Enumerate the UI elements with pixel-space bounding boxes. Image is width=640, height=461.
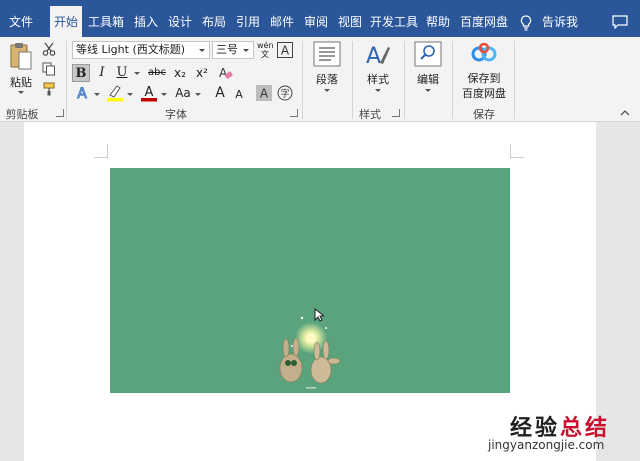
character-border-icon[interactable]: A bbox=[277, 42, 293, 58]
paragraph-dropdown-icon[interactable] bbox=[324, 89, 330, 92]
superscript-button[interactable]: x² bbox=[192, 64, 212, 82]
paste-icon[interactable] bbox=[9, 42, 33, 72]
svg-text:A: A bbox=[77, 86, 87, 101]
save-to-label-line2[interactable]: 百度网盘 bbox=[458, 85, 510, 101]
text-effects-dropdown-icon[interactable] bbox=[94, 93, 100, 96]
tell-me-search[interactable]: 告诉我 bbox=[538, 0, 582, 37]
underline-dropdown-icon[interactable] bbox=[134, 72, 140, 75]
change-case-dropdown-icon[interactable] bbox=[195, 93, 201, 96]
save-group-label: 保存 bbox=[473, 108, 495, 121]
font-color-swatch bbox=[141, 98, 157, 102]
format-painter-icon[interactable] bbox=[42, 82, 56, 96]
tab-baidu-netdisk[interactable]: 百度网盘 bbox=[456, 0, 512, 37]
grow-font-button[interactable]: A bbox=[212, 84, 228, 102]
baidu-netdisk-icon[interactable] bbox=[470, 42, 498, 64]
lightbulb-icon[interactable] bbox=[520, 15, 532, 31]
shrink-font-button[interactable]: A bbox=[232, 86, 246, 104]
character-shading-icon[interactable]: A bbox=[256, 85, 272, 101]
svg-text:A: A bbox=[145, 85, 154, 100]
font-group-label: 字体 bbox=[165, 108, 187, 121]
tab-toolbox[interactable]: 工具箱 bbox=[86, 0, 126, 37]
styles-group-label: 样式 bbox=[359, 108, 381, 121]
clipboard-launcher-icon[interactable] bbox=[56, 109, 64, 117]
enclose-characters-icon[interactable]: 字 bbox=[277, 85, 293, 101]
chevron-down-icon[interactable] bbox=[199, 49, 205, 52]
font-size-value: 三号 bbox=[216, 43, 238, 56]
crop-mark bbox=[510, 144, 524, 158]
copy-icon[interactable] bbox=[42, 62, 56, 76]
tab-file[interactable]: 文件 bbox=[0, 0, 42, 37]
bunny-illustration bbox=[279, 316, 341, 389]
styles-label[interactable]: 样式 bbox=[362, 71, 394, 87]
strikethrough-button[interactable]: abc bbox=[146, 64, 168, 82]
site-watermark: 经验总结 jingyanzongjie.com bbox=[482, 410, 637, 458]
svg-text:字: 字 bbox=[280, 88, 289, 100]
text-effects-icon[interactable]: A bbox=[74, 85, 90, 102]
font-size-combo[interactable]: 三号 bbox=[212, 41, 254, 59]
underline-button[interactable]: U bbox=[114, 64, 130, 82]
inserted-picture[interactable] bbox=[110, 168, 510, 393]
font-launcher-icon[interactable] bbox=[290, 109, 298, 117]
tab-view[interactable]: 视图 bbox=[334, 0, 366, 37]
tab-developer[interactable]: 开发工具 bbox=[368, 0, 420, 37]
clipboard-group-label: 剪贴板 bbox=[5, 108, 39, 121]
ribbon: 粘贴 剪贴板 等线 Light (西文标题) 三号 wén 文 A B I U … bbox=[0, 37, 640, 122]
editing-search-icon[interactable] bbox=[414, 41, 442, 67]
collapse-ribbon-icon[interactable] bbox=[620, 109, 630, 117]
group-separator bbox=[66, 41, 67, 119]
styles-launcher-icon[interactable] bbox=[392, 109, 400, 117]
crop-mark bbox=[94, 144, 108, 158]
font-name-value: 等线 Light (西文标题) bbox=[76, 43, 186, 56]
paragraph-icon[interactable] bbox=[313, 41, 341, 67]
cut-icon[interactable] bbox=[42, 42, 56, 56]
styles-dropdown-icon[interactable] bbox=[375, 89, 381, 92]
change-case-button[interactable]: Aa bbox=[172, 84, 194, 102]
tab-layout[interactable]: 布局 bbox=[198, 0, 230, 37]
group-separator bbox=[302, 41, 303, 119]
paragraph-label[interactable]: 段落 bbox=[310, 71, 344, 87]
phonetic-guide-button[interactable]: wén 文 bbox=[257, 41, 274, 59]
svg-text:A: A bbox=[260, 87, 269, 101]
tab-home[interactable]: 开始 bbox=[50, 0, 82, 37]
editing-dropdown-icon[interactable] bbox=[425, 89, 431, 92]
subscript-button[interactable]: x₂ bbox=[170, 64, 190, 82]
paste-label[interactable]: 粘贴 bbox=[6, 74, 36, 90]
styles-icon[interactable]: A bbox=[364, 41, 392, 69]
group-separator bbox=[404, 41, 405, 119]
paste-dropdown-icon[interactable] bbox=[18, 91, 24, 94]
tab-help[interactable]: 帮助 bbox=[422, 0, 454, 37]
tab-design[interactable]: 设计 bbox=[164, 0, 196, 37]
font-color-icon[interactable]: A bbox=[140, 84, 158, 102]
font-name-combo[interactable]: 等线 Light (西文标题) bbox=[72, 41, 210, 59]
highlight-icon[interactable] bbox=[106, 84, 124, 102]
chevron-down-icon[interactable] bbox=[243, 49, 249, 52]
italic-button[interactable]: I bbox=[94, 64, 110, 82]
bunny-left bbox=[279, 337, 303, 383]
save-to-label-line1[interactable]: 保存到 bbox=[458, 70, 510, 86]
watermark-url: jingyanzongjie.com bbox=[488, 438, 605, 452]
group-separator bbox=[452, 41, 453, 119]
bold-button[interactable]: B bbox=[72, 64, 90, 82]
group-separator bbox=[514, 41, 515, 119]
bunny-right bbox=[310, 340, 341, 384]
svg-text:A: A bbox=[281, 44, 290, 58]
tab-references[interactable]: 引用 bbox=[232, 0, 264, 37]
mouse-cursor-icon bbox=[314, 308, 324, 322]
tab-review[interactable]: 审阅 bbox=[300, 0, 332, 37]
font-color-dropdown-icon[interactable] bbox=[161, 93, 167, 96]
clear-formatting-icon[interactable]: A bbox=[218, 65, 234, 81]
group-separator bbox=[352, 41, 353, 119]
tab-mailings[interactable]: 邮件 bbox=[266, 0, 298, 37]
tab-insert[interactable]: 插入 bbox=[130, 0, 162, 37]
comments-icon[interactable] bbox=[612, 15, 628, 29]
svg-text:A: A bbox=[366, 44, 381, 69]
highlight-color-swatch bbox=[107, 98, 123, 102]
editing-label[interactable]: 编辑 bbox=[412, 71, 444, 87]
highlight-dropdown-icon[interactable] bbox=[127, 93, 133, 96]
menu-bar: 文件 开始 工具箱 插入 设计 布局 引用 邮件 审阅 视图 开发工具 帮助 百… bbox=[0, 0, 640, 37]
